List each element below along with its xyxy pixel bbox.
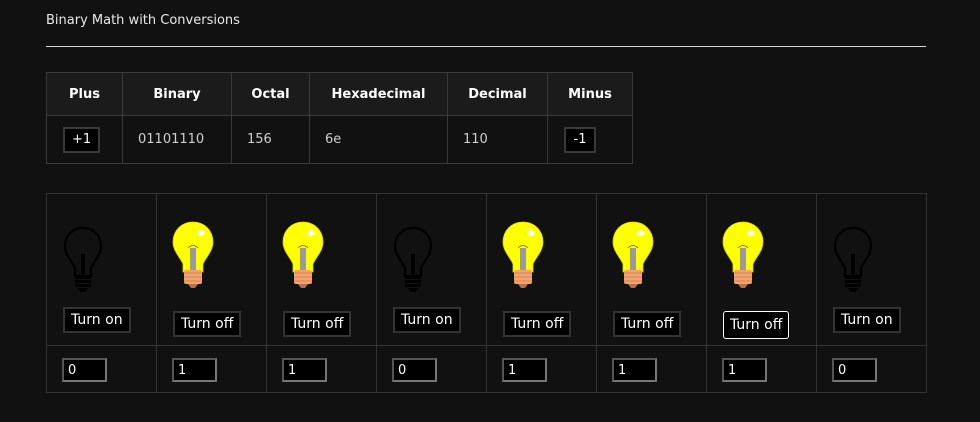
header-hexadecimal: Hexadecimal: [309, 72, 448, 116]
bit-value-input[interactable]: [62, 358, 107, 382]
bit-value-input[interactable]: [392, 358, 437, 382]
lightbulb-on-icon: [721, 220, 765, 290]
turn-off-button[interactable]: Turn off: [283, 311, 352, 337]
header-binary: Binary: [122, 72, 232, 116]
header-minus: Minus: [547, 72, 633, 116]
lightbulb-on-icon: [171, 220, 215, 290]
conversion-table: Plus Binary Octal Hexadecimal Decimal Mi…: [46, 72, 633, 164]
bit-input-cell: [46, 345, 157, 393]
bit-value-input[interactable]: [502, 358, 547, 382]
bit-value-input[interactable]: [722, 358, 767, 382]
bulb-cell: Turn off: [266, 193, 377, 346]
bulb-cell: Turn on: [46, 193, 157, 346]
bit-input-cell: [706, 345, 817, 393]
minus-cell: -1: [547, 115, 633, 164]
bulb-cell: Turn off: [706, 193, 817, 346]
lightbulb-on-icon: [611, 220, 655, 290]
turn-off-button[interactable]: Turn off: [723, 311, 790, 339]
turn-off-button[interactable]: Turn off: [173, 311, 242, 337]
binary-value: 01101110: [122, 115, 232, 164]
hexadecimal-value: 6e: [309, 115, 448, 164]
title-divider: [46, 46, 926, 47]
conversion-header-row: Plus Binary Octal Hexadecimal Decimal Mi…: [46, 72, 633, 116]
turn-off-button[interactable]: Turn off: [613, 311, 682, 337]
bit-input-cell: [376, 345, 487, 393]
bit-value-input[interactable]: [282, 358, 327, 382]
bit-value-input[interactable]: [612, 358, 657, 382]
bulb-cell: Turn on: [816, 193, 927, 346]
bit-input-cell: [596, 345, 707, 393]
bit-value-input[interactable]: [172, 358, 217, 382]
lightbulb-off-icon: [391, 224, 435, 294]
bulb-cell: Turn off: [486, 193, 597, 346]
page-title: Binary Math with Conversions: [46, 13, 240, 28]
bit-input-row: [46, 345, 927, 393]
conversion-value-row: +1 01101110 156 6e 110 -1: [46, 115, 633, 164]
turn-on-button[interactable]: Turn on: [833, 307, 901, 333]
bit-value-input[interactable]: [832, 358, 877, 382]
bulb-cell: Turn off: [596, 193, 707, 346]
lightbulb-off-icon: [61, 224, 105, 294]
bulb-cell: Turn on: [376, 193, 487, 346]
bit-input-cell: [486, 345, 597, 393]
bit-input-cell: [156, 345, 267, 393]
bit-input-cell: [266, 345, 377, 393]
bulb-cell: Turn off: [156, 193, 267, 346]
header-plus: Plus: [46, 72, 123, 116]
bit-input-cell: [816, 345, 927, 393]
lightbulb-off-icon: [831, 224, 875, 294]
bulb-row: Turn on Turn off Turn off Turn on Turn o…: [46, 193, 927, 346]
turn-on-button[interactable]: Turn on: [393, 307, 461, 333]
plus-one-button[interactable]: +1: [63, 126, 101, 153]
minus-one-button[interactable]: -1: [564, 126, 596, 153]
decimal-value: 110: [447, 115, 548, 164]
octal-value: 156: [231, 115, 310, 164]
header-decimal: Decimal: [447, 72, 548, 116]
bit-bulb-table: Turn on Turn off Turn off Turn on Turn o…: [46, 193, 927, 393]
lightbulb-on-icon: [501, 220, 545, 290]
turn-off-button[interactable]: Turn off: [503, 311, 572, 337]
lightbulb-on-icon: [281, 220, 325, 290]
plus-cell: +1: [46, 115, 123, 164]
header-octal: Octal: [231, 72, 310, 116]
turn-on-button[interactable]: Turn on: [63, 307, 131, 333]
